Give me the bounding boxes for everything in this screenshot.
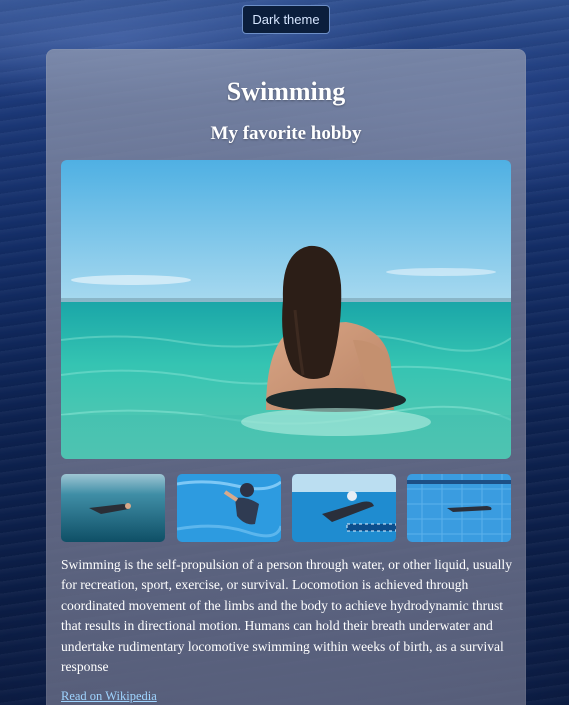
thumbnail-gliding-swimmer[interactable]	[407, 474, 511, 542]
thumbnail-freestyle-swimmer[interactable]	[177, 474, 281, 542]
thumbnail-underwater-swimmer[interactable]	[61, 474, 165, 542]
hero-image	[61, 160, 511, 459]
hobby-card: Swimming My favorite hobby Swimming is t…	[46, 49, 526, 705]
wikipedia-link[interactable]: Read on Wikipedia	[61, 689, 157, 704]
page-subtitle: My favorite hobby	[210, 123, 362, 144]
dark-theme-button[interactable]: Dark theme	[242, 5, 330, 34]
hobby-description: Swimming is the self-propulsion of a per…	[61, 557, 513, 675]
thumbnail-gallery	[61, 474, 511, 542]
page-title: Swimming	[226, 77, 346, 106]
thumbnail-breaststroke-swimmer[interactable]	[292, 474, 396, 542]
